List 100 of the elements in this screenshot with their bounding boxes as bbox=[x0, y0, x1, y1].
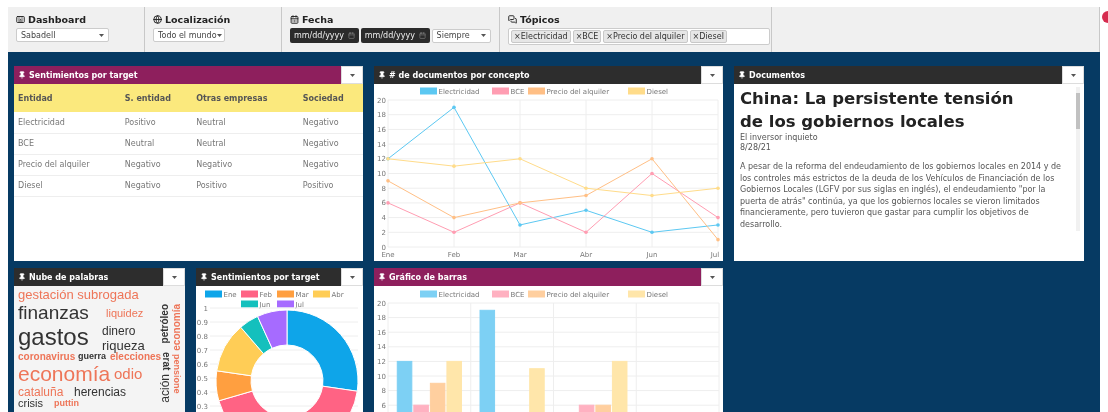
panel-title: Sentimientos por target bbox=[211, 272, 320, 282]
legend-swatch bbox=[241, 290, 258, 298]
cloud-word: gastos bbox=[18, 324, 89, 350]
date-field[interactable]: mm/dd/yyyy bbox=[290, 28, 359, 43]
table-cell: Neutral bbox=[120, 133, 193, 154]
calendar-icon bbox=[290, 15, 299, 24]
tags-field[interactable]: ×Electricidad ×BCE ×Precio del alquiler ×Diesel bbox=[508, 28, 770, 45]
table-cell: Neutral bbox=[192, 112, 299, 133]
document-text: A pesar de la reforma del endeudamiento de los gobiernos locales en 2014 y de los controles más estrictos de la deuda de los Vehículos de Financiación de los Gobiernos Locales (LGFV por sus siglas en inglés), el endeudamiento "por la puerta de atrás" continúa, ya que los gobiernos locales se vieron limitados financieramente, pero tuvieron que gastar para cumplir los objetivos de desarrollo. bbox=[740, 161, 1063, 230]
cloud-word: coronavirus bbox=[18, 352, 76, 363]
table-cell: Negativo bbox=[298, 154, 363, 175]
menu-button[interactable] bbox=[1062, 66, 1084, 84]
table-cell: Positivo bbox=[298, 175, 363, 196]
calendar-icon bbox=[347, 32, 355, 39]
table-cell: Negativo bbox=[192, 154, 299, 175]
menu-button[interactable] bbox=[701, 268, 723, 286]
dropdown-select[interactable]: Sabadell bbox=[16, 28, 109, 42]
cloud-word: puttin bbox=[54, 399, 79, 409]
legend-swatch bbox=[528, 290, 545, 298]
menu-button[interactable] bbox=[341, 268, 363, 286]
dropdown-select[interactable]: Siempre bbox=[431, 28, 491, 43]
legend-swatch bbox=[277, 290, 294, 298]
pin-icon bbox=[378, 273, 386, 281]
legend-swatch bbox=[492, 290, 509, 298]
cloud-word: economía bbox=[18, 363, 111, 386]
legend-swatch bbox=[628, 290, 645, 298]
table-cell: Positivo bbox=[120, 112, 193, 133]
table-cell: Negativo bbox=[298, 112, 363, 133]
panel-title: # de documentos por concepto bbox=[389, 70, 530, 80]
cloud-word: gestación subrogada bbox=[18, 288, 139, 302]
dropdown-select[interactable]: Todo el mundo bbox=[153, 28, 225, 42]
legend-swatch bbox=[420, 87, 437, 95]
legend-swatch bbox=[420, 290, 437, 298]
cloud-word: odio bbox=[114, 366, 143, 382]
pin-icon bbox=[200, 273, 208, 281]
column-header: S. entidad bbox=[120, 84, 193, 112]
pin-icon bbox=[378, 71, 386, 79]
cloud-word: petróleo bbox=[160, 304, 171, 344]
chat-icon bbox=[508, 15, 517, 24]
panel-title: Gráfico de barras bbox=[389, 272, 467, 282]
legend-swatch bbox=[277, 300, 294, 308]
panel-title: Nube de palabras bbox=[29, 272, 109, 282]
caret-icon bbox=[709, 73, 715, 77]
column-header: Sociedad bbox=[298, 84, 363, 112]
pin-icon bbox=[18, 273, 26, 281]
table-cell: Neutral bbox=[192, 133, 299, 154]
cloud-word: crisis bbox=[18, 398, 44, 410]
caret-icon bbox=[709, 275, 715, 279]
legend-swatch bbox=[241, 300, 258, 308]
cloud-word: liquidez bbox=[106, 308, 144, 320]
cloud-word: dinero bbox=[102, 325, 136, 338]
table-cell: Negativo bbox=[120, 175, 193, 196]
topic-tag[interactable]: ×Precio del alquiler bbox=[603, 30, 688, 43]
date-field[interactable]: mm/dd/yyyy bbox=[360, 28, 430, 43]
filter-label: Fecha bbox=[302, 14, 334, 25]
pin-icon bbox=[738, 71, 746, 79]
legend-swatch bbox=[628, 87, 645, 95]
keyboard-icon bbox=[16, 15, 25, 24]
table-cell: Positivo bbox=[192, 175, 299, 196]
table-cell: Negativo bbox=[298, 133, 363, 154]
caret-icon bbox=[481, 34, 486, 37]
topic-tag[interactable]: ×Electricidad bbox=[511, 30, 571, 43]
legend-swatch bbox=[528, 87, 545, 95]
cloud-word: herencias bbox=[74, 386, 127, 399]
cloud-word: economía bbox=[172, 304, 183, 351]
caret-icon bbox=[349, 73, 355, 77]
cloud-word: erat bbox=[160, 352, 171, 371]
caret-icon bbox=[1070, 73, 1076, 77]
cloud-word: cataluña bbox=[18, 386, 64, 399]
pin-icon bbox=[18, 71, 26, 79]
topic-tag[interactable]: ×BCE bbox=[572, 30, 602, 43]
panel-title: Sentimientos por target bbox=[29, 70, 138, 80]
caret-icon bbox=[171, 275, 177, 279]
filter-label: Localización bbox=[165, 14, 231, 25]
menu-button[interactable] bbox=[701, 66, 723, 84]
cloud-word: pensione bbox=[172, 354, 182, 394]
topic-tag[interactable]: ×Diesel bbox=[689, 30, 727, 43]
document-date: 8/28/21 bbox=[740, 143, 772, 153]
table-cell: BCE bbox=[14, 133, 121, 154]
menu-button[interactable] bbox=[341, 66, 363, 84]
filter-label: Tópicos bbox=[520, 14, 560, 25]
column-header: Otras empresas bbox=[192, 84, 299, 112]
legend-swatch bbox=[205, 290, 222, 298]
cloud-word: guerra bbox=[78, 352, 106, 362]
table-cell: Negativo bbox=[120, 154, 193, 175]
legend-swatch bbox=[492, 87, 509, 95]
table-cell: Precio del alquiler bbox=[14, 154, 121, 175]
filter-label: Dashboard bbox=[28, 14, 86, 25]
cloud-word: elecciones bbox=[110, 352, 162, 363]
table-cell: Diesel bbox=[14, 175, 121, 196]
cloud-word: finanzas bbox=[18, 303, 89, 323]
table-cell: Electricidad bbox=[14, 112, 121, 133]
cloud-word: riqueza bbox=[102, 339, 145, 353]
menu-button[interactable] bbox=[163, 268, 185, 286]
cloud-word: ación bbox=[159, 374, 172, 403]
caret-icon bbox=[349, 275, 355, 279]
data-bar bbox=[529, 368, 545, 412]
panel-title: Documentos bbox=[749, 70, 806, 80]
document-headline: China: La persistente tensión de los gobiernos locales bbox=[740, 88, 1015, 133]
globe-icon bbox=[153, 15, 162, 24]
